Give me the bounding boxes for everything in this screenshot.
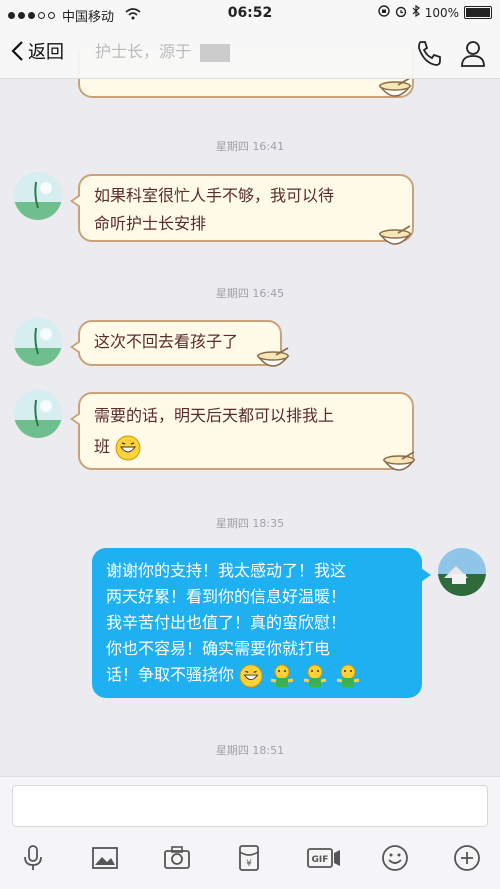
plus-icon[interactable]	[452, 843, 482, 873]
chat-title: 护士长，源于	[95, 38, 395, 62]
hug-emoji-icon	[270, 664, 294, 687]
bowl-decoration-icon	[256, 347, 290, 367]
message-text: 你也不容易！确实需要你就打电	[106, 639, 331, 658]
status-bar: 中国移动 06:52 100%	[0, 0, 500, 26]
message-text: 命听护士长安排	[94, 214, 207, 233]
avatar[interactable]	[14, 172, 62, 220]
message-text: 话！争取不骚挠你	[106, 665, 235, 684]
my-avatar[interactable]	[438, 548, 486, 596]
bowl-decoration-icon	[378, 77, 412, 97]
message-bubble-outgoing[interactable]: 谢谢你的支持！我太感动了！我这 两天好累！看到你的信息好温暖！ 我辛苦付出也值了…	[92, 548, 431, 698]
svg-text:GIF: GIF	[312, 855, 329, 865]
alarm-icon	[395, 5, 407, 20]
navigation-bar: 返回 护士长，源于	[0, 26, 500, 79]
grin-emoji-icon	[115, 435, 141, 460]
chat-title-text: 护士长，源于	[95, 42, 192, 61]
phone-icon[interactable]	[414, 38, 444, 68]
hug-emoji-icon	[304, 664, 327, 687]
blurred-name	[200, 43, 231, 62]
message-text: 需要的话，明天后天都可以排我上	[94, 406, 335, 425]
timestamp: 星期四 18:51	[215, 744, 285, 757]
timestamp: 星期四 16:45	[215, 287, 285, 300]
chevron-left-icon	[11, 41, 23, 61]
message-text: 这次不回去看孩子了	[94, 332, 239, 351]
microphone-icon[interactable]	[18, 843, 48, 873]
input-bar: ¥ GIF	[0, 776, 500, 889]
battery-icon	[464, 6, 492, 19]
message-bubble[interactable]: 如果科室很忙人手不够，我可以待 命听护士长安排	[70, 174, 414, 242]
bowl-decoration-icon	[378, 225, 412, 245]
bluetooth-icon	[412, 4, 420, 20]
image-icon[interactable]	[90, 843, 120, 873]
message-text: 班	[94, 437, 111, 456]
camera-icon[interactable]	[162, 843, 192, 873]
message-text: 我辛苦付出也值了！真的蛮欣慰！	[106, 613, 347, 632]
svg-text:¥: ¥	[246, 859, 252, 869]
contact-icon[interactable]	[458, 38, 488, 68]
message-input[interactable]	[12, 785, 488, 827]
back-button[interactable]: 返回	[10, 38, 64, 64]
bowl-decoration-icon	[382, 451, 416, 471]
gif-icon[interactable]: GIF	[306, 843, 342, 873]
emoji-icon[interactable]	[380, 843, 410, 873]
hug-emoji-icon	[337, 664, 360, 687]
back-label: 返回	[28, 42, 64, 63]
grin-emoji-icon	[239, 663, 263, 688]
message-text: 两天好累！看到你的信息好温暖！	[106, 587, 347, 606]
avatar[interactable]	[14, 318, 62, 366]
red-packet-icon[interactable]: ¥	[234, 843, 264, 873]
battery-percent: 100%	[424, 5, 459, 20]
rotation-lock-icon	[377, 5, 390, 20]
message-text: 如果科室很忙人手不够，我可以待	[94, 186, 335, 205]
message-text: 谢谢你的支持！我太感动了！我这	[106, 561, 347, 580]
message-bubble[interactable]: 这次不回去看孩子了	[70, 320, 282, 366]
timestamp: 星期四 18:35	[215, 517, 285, 530]
timestamp: 星期四 16:41	[215, 140, 285, 153]
message-bubble[interactable]: 需要的话，明天后天都可以排我上 班	[70, 392, 414, 470]
avatar[interactable]	[14, 390, 62, 438]
